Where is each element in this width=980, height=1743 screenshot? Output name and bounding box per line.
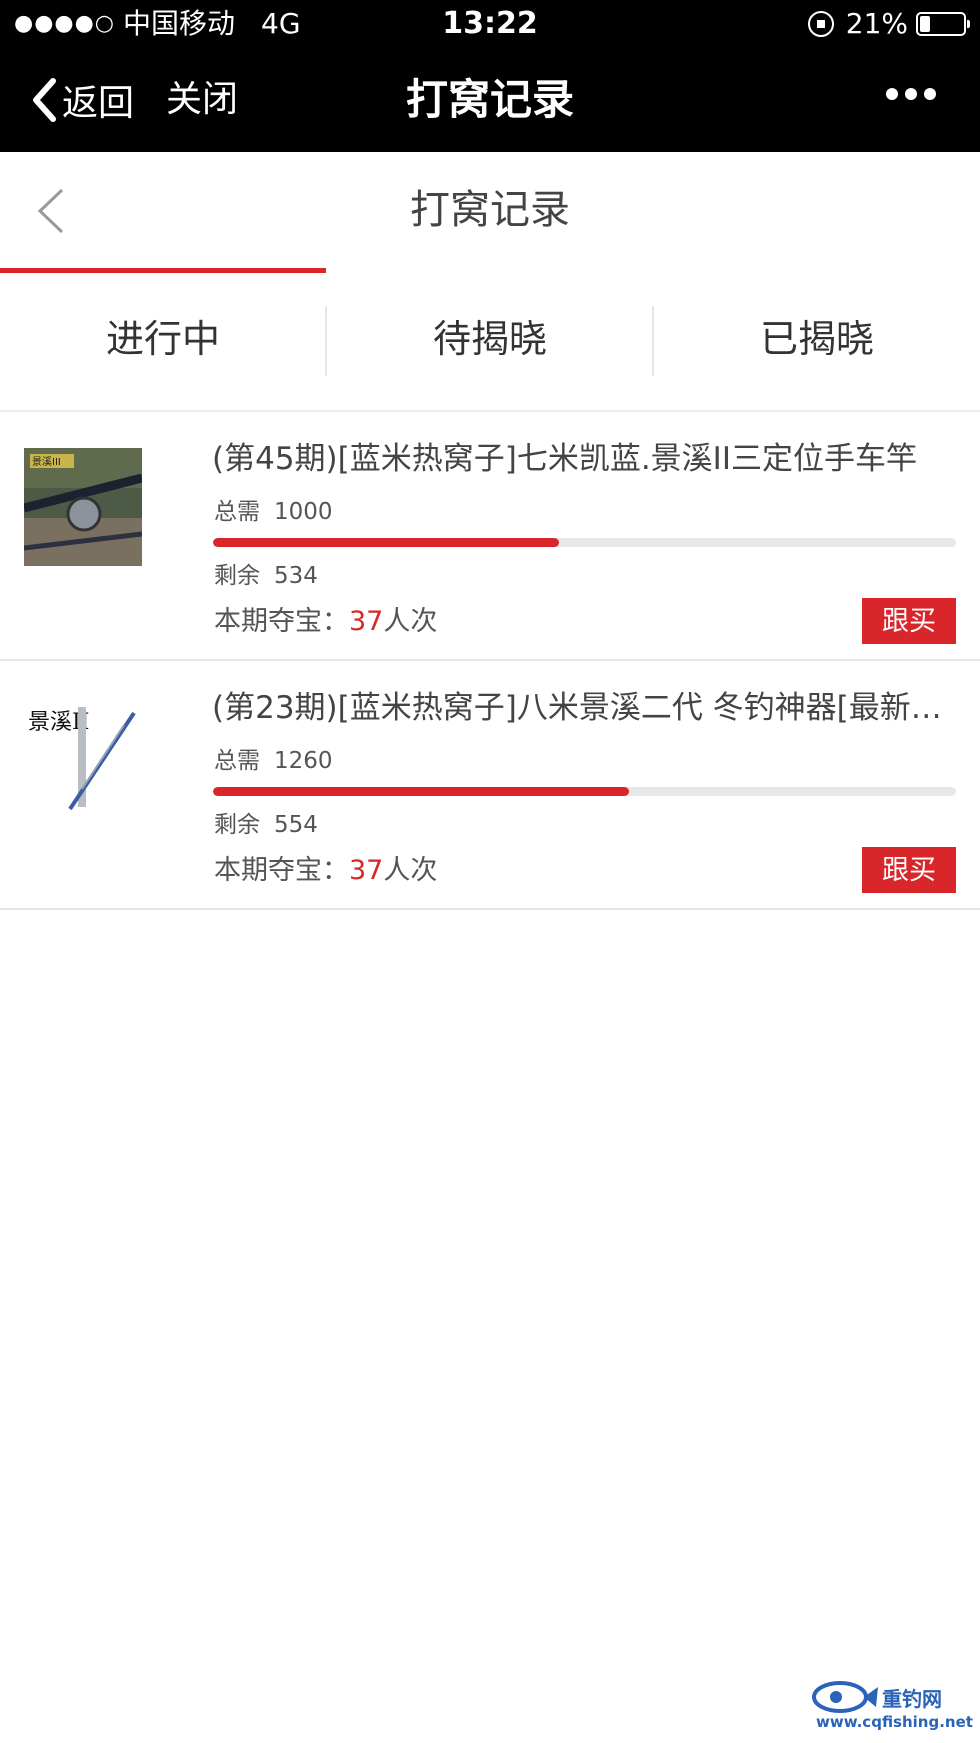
remaining: 剩余 534 — [214, 556, 318, 596]
round-unit: 人次 — [383, 855, 438, 886]
tab-in-progress[interactable]: 进行中 — [0, 268, 326, 410]
nav-title: 打窝记录 — [405, 75, 574, 124]
round-count: 37 — [349, 606, 384, 637]
remaining-label: 剩余 — [214, 812, 260, 838]
tab-revealed[interactable]: 已揭晓 — [654, 268, 980, 410]
page-title: 打窝记录 — [410, 187, 570, 233]
more-options-button[interactable] — [886, 88, 936, 100]
status-tabs: 进行中 待揭晓 已揭晓 — [0, 268, 980, 412]
round-label: 本期夺宝： — [214, 606, 349, 637]
record-item[interactable]: 景溪III (第45期)[蓝米热窝子]七米凯蓝.景溪II三定位手车竿 总需 100… — [0, 412, 980, 661]
remaining-label: 剩余 — [214, 563, 260, 589]
watermark-url: www.cqfishing.net — [816, 1713, 973, 1731]
record-item[interactable]: 景溪II (第23期)[蓝米热窝子]八米景溪二代 冬钓神器[最新款] 总需 126… — [0, 661, 980, 910]
round-unit: 人次 — [383, 606, 438, 637]
item-title[interactable]: (第23期)[蓝米热窝子]八米景溪二代 冬钓神器[最新款] — [212, 683, 952, 733]
remaining-value: 534 — [274, 563, 318, 589]
follow-buy-button[interactable]: 跟买 — [862, 598, 956, 644]
battery-percent: 21% — [845, 7, 908, 40]
progress-bar — [213, 538, 956, 547]
round-participation: 本期夺宝：37人次 — [214, 851, 437, 891]
follow-buy-button[interactable]: 跟买 — [862, 847, 956, 893]
total-needed: 总需 1000 — [214, 492, 333, 532]
rotation-lock-icon — [807, 11, 834, 37]
status-bar: ●●●●○ 中国移动 4G 13:22 21% — [0, 0, 980, 48]
more-dot-icon — [905, 88, 917, 100]
total-needed-value: 1000 — [274, 499, 333, 525]
watermark-name: 重钓网 — [882, 1687, 942, 1711]
watermark-logo: 重钓网 www.cqfishing.net — [810, 1677, 973, 1737]
progress-fill — [213, 787, 630, 796]
wechat-nav-bar: 返回 关闭 打窝记录 — [0, 48, 980, 152]
more-dot-icon — [886, 88, 898, 100]
remaining-value: 554 — [274, 812, 318, 838]
tab-pending-reveal[interactable]: 待揭晓 — [327, 268, 653, 410]
product-image[interactable]: 景溪III — [24, 448, 142, 566]
total-needed-label: 总需 — [214, 748, 260, 774]
progress-bar — [213, 787, 956, 796]
remaining: 剩余 554 — [214, 805, 318, 845]
progress-fill — [213, 538, 560, 547]
fish-eye-logo-icon — [812, 1681, 878, 1713]
round-label: 本期夺宝： — [214, 855, 349, 886]
page-header: 打窝记录 — [0, 152, 980, 270]
item-title[interactable]: (第45期)[蓝米热窝子]七米凯蓝.景溪II三定位手车竿 — [212, 434, 952, 484]
total-needed: 总需 1260 — [214, 741, 333, 781]
total-needed-label: 总需 — [214, 499, 260, 525]
svg-text:景溪III: 景溪III — [32, 456, 61, 468]
more-dot-icon — [924, 88, 936, 100]
round-count: 37 — [349, 855, 384, 886]
product-image[interactable]: 景溪II — [24, 697, 142, 815]
battery-icon — [916, 12, 970, 36]
round-participation: 本期夺宝：37人次 — [214, 602, 437, 642]
status-right: 21% — [807, 6, 970, 42]
total-needed-value: 1260 — [274, 748, 333, 774]
